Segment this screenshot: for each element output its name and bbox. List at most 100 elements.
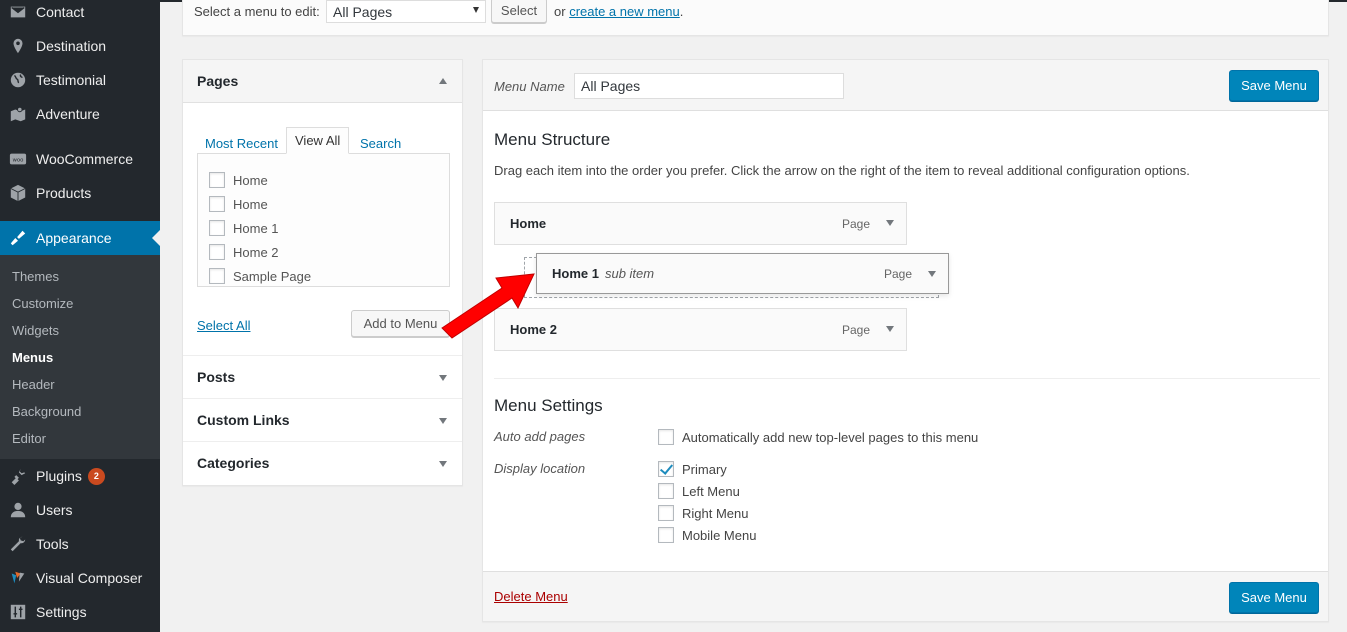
tab-view-all[interactable]: View All [286, 127, 350, 154]
menu-item-type: Page [883, 266, 912, 281]
page-checkbox[interactable] [209, 268, 225, 284]
sidebar-item-settings[interactable]: Settings [0, 595, 160, 629]
menu-item-dragging[interactable]: Home 1 sub item Page [536, 253, 949, 294]
plug-icon [8, 466, 28, 486]
auto-add-checkbox[interactable] [658, 429, 674, 445]
woo-icon: woo [8, 149, 28, 169]
sidebar-item-label: WooCommerce [36, 151, 133, 167]
sidebar-item-woocommerce[interactable]: woo WooCommerce [0, 142, 160, 176]
sidebar-item-label: Contact [36, 4, 85, 20]
menu-header: Menu Name Save Menu [483, 60, 1328, 111]
menu-select-dropdown[interactable]: All Pages [326, 0, 486, 23]
sidebar-item-label: Visual Composer [36, 570, 143, 586]
page-option[interactable]: Home 1 [209, 220, 279, 236]
pages-checklist: Home Home Home 1 Home 2 Sample Page [197, 153, 450, 287]
sidebar-item-label: Users [36, 502, 73, 518]
menu-item[interactable]: Home Page [494, 202, 907, 245]
submenu-menus[interactable]: Menus [12, 350, 53, 365]
sidebar-item-label: Settings [36, 604, 87, 620]
visual-composer-icon [8, 568, 28, 588]
delete-menu-link[interactable]: Delete Menu [494, 589, 568, 604]
save-menu-button-bottom[interactable]: Save Menu [1229, 582, 1319, 613]
chevron-up-icon [439, 78, 447, 84]
wrench-icon [8, 534, 28, 554]
user-icon [8, 500, 28, 520]
submenu-customize[interactable]: Customize [12, 296, 73, 311]
or-text-wrapper: or create a new menu. [554, 4, 683, 19]
globe-icon [8, 70, 28, 90]
submenu-header[interactable]: Header [12, 377, 55, 392]
select-all-link[interactable]: Select All [197, 318, 250, 333]
or-text: or [554, 4, 566, 19]
page-option[interactable]: Home [209, 196, 268, 212]
sidebar-item-label: Destination [36, 38, 107, 54]
page-option-label: Home 1 [233, 220, 279, 236]
menu-footer: Delete Menu Save Menu [483, 571, 1328, 621]
page-checkbox[interactable] [209, 172, 225, 188]
location-mobile-menu[interactable]: Mobile Menu [658, 527, 756, 543]
submenu-editor[interactable]: Editor [12, 431, 46, 446]
menu-item[interactable]: Home 2 Page [494, 308, 907, 351]
page-checkbox[interactable] [209, 196, 225, 212]
sidebar-item-label: Testimonial [36, 72, 107, 88]
map-icon [8, 104, 28, 124]
sidebar-item-testimonial[interactable]: Testimonial [0, 63, 160, 97]
location-right-menu-checkbox[interactable] [658, 505, 674, 521]
menu-item-title: Home 1 sub item [552, 266, 654, 281]
location-right-menu[interactable]: Right Menu [658, 505, 748, 521]
sidebar-item-appearance[interactable]: Appearance [0, 221, 160, 255]
sidebar-item-destination[interactable]: Destination [0, 29, 160, 63]
save-menu-button-top[interactable]: Save Menu [1229, 70, 1319, 101]
sidebar-item-products[interactable]: Products [0, 176, 160, 210]
sidebar-item-label: Products [36, 185, 92, 201]
select-menu-bar: Select a menu to edit: All Pages Select … [182, 0, 1329, 36]
submenu-background[interactable]: Background [12, 404, 81, 419]
sidebar-item-users[interactable]: Users [0, 493, 160, 527]
chevron-down-icon[interactable] [886, 326, 894, 332]
period-text: . [679, 4, 684, 19]
auto-add-pages-label: Auto add pages [494, 429, 586, 444]
page-option[interactable]: Home 2 [209, 244, 279, 260]
accordion-custom-links-header[interactable]: Custom Links [183, 399, 462, 442]
menu-item-title: Home 2 [510, 322, 557, 337]
submenu-themes[interactable]: Themes [12, 269, 59, 284]
paintbrush-icon [8, 228, 28, 248]
location-mobile-menu-checkbox[interactable] [658, 527, 674, 543]
display-location-label: Display location [494, 461, 586, 476]
location-label: Left Menu [682, 483, 740, 499]
auto-add-option[interactable]: Automatically add new top-level pages to… [658, 429, 978, 445]
envelope-icon [8, 2, 28, 22]
page-option-label: Home [233, 172, 268, 188]
page-checkbox[interactable] [209, 244, 225, 260]
location-primary[interactable]: Primary [658, 461, 727, 477]
pages-panel-body: Most Recent View All Search Home Home Ho… [183, 103, 462, 356]
chevron-down-icon[interactable] [928, 271, 936, 277]
accordion-posts-header[interactable]: Posts [183, 356, 462, 399]
add-to-menu-button[interactable]: Add to Menu [351, 310, 450, 337]
sub-item-label: sub item [604, 266, 655, 281]
sliders-icon [8, 602, 28, 622]
create-new-menu-link[interactable]: create a new menu [569, 4, 680, 19]
menu-name-input[interactable] [574, 73, 844, 99]
location-left-menu[interactable]: Left Menu [658, 483, 740, 499]
sidebar-item-tools[interactable]: Tools [0, 527, 160, 561]
page-option[interactable]: Sample Page [209, 268, 311, 284]
sidebar-item-visual-composer[interactable]: Visual Composer [0, 561, 160, 595]
page-option[interactable]: Home [209, 172, 268, 188]
select-button[interactable]: Select [491, 0, 547, 23]
menu-select-value: All Pages [333, 4, 393, 20]
sidebar-item-adventure[interactable]: Adventure [0, 97, 160, 131]
menu-item-title: Home [510, 216, 546, 231]
submenu-widgets[interactable]: Widgets [12, 323, 59, 338]
page-checkbox[interactable] [209, 220, 225, 236]
location-left-menu-checkbox[interactable] [658, 483, 674, 499]
accordion-pages-header[interactable]: Pages [183, 60, 462, 103]
location-primary-checkbox[interactable] [658, 461, 674, 477]
sidebar-item-contact[interactable]: Contact [0, 0, 160, 29]
admin-sidebar: Contact Destination Testimonial Adventur… [0, 0, 160, 632]
accordion-categories-header[interactable]: Categories [183, 442, 462, 485]
sidebar-item-plugins[interactable]: Plugins 2 [0, 459, 160, 493]
menu-settings-title: Menu Settings [494, 396, 603, 415]
sidebar-item-label: Adventure [36, 106, 100, 122]
chevron-down-icon[interactable] [886, 220, 894, 226]
